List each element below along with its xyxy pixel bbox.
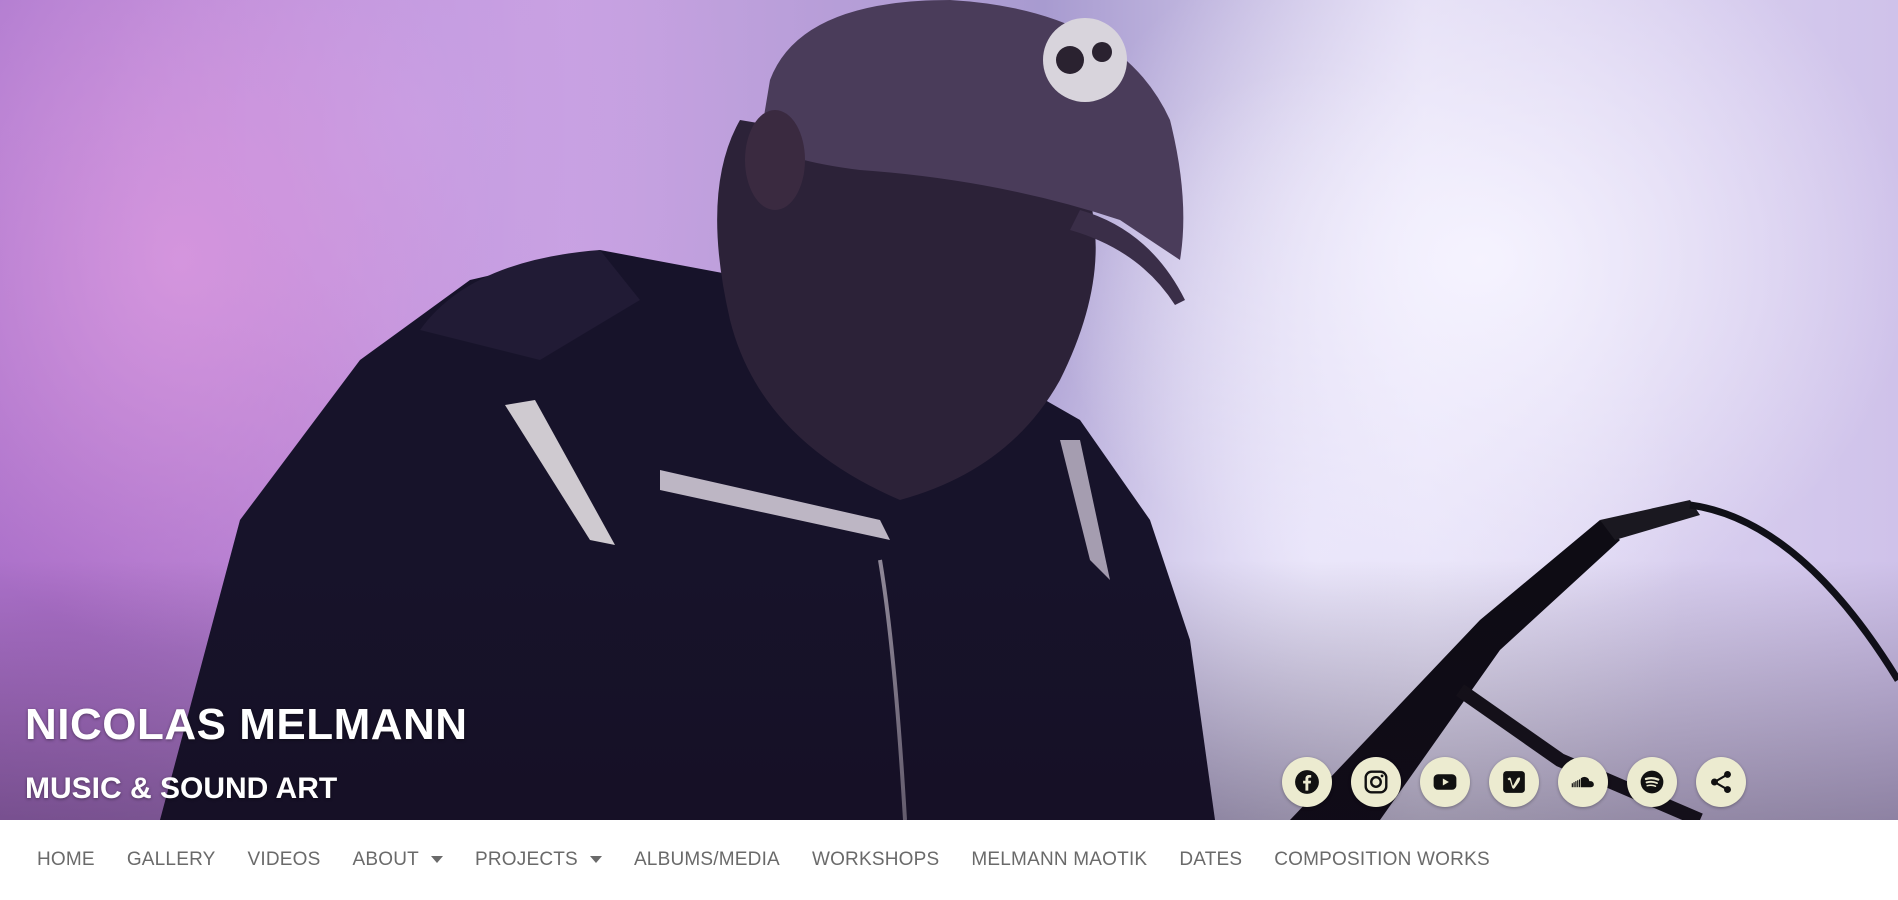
nav-item-gallery[interactable]: GALLERY — [111, 841, 232, 879]
nav-item-albums-media[interactable]: ALBUMS/MEDIA — [618, 841, 796, 879]
vimeo-icon — [1503, 771, 1525, 793]
nav-item-label: COMPOSITION WORKS — [1274, 849, 1490, 870]
nav-item-label: HOME — [37, 849, 95, 870]
nav-item-about[interactable]: ABOUT — [337, 841, 459, 879]
share-button[interactable] — [1696, 757, 1746, 807]
chevron-down-icon[interactable] — [589, 856, 602, 864]
nav-item-label: DATES — [1179, 849, 1243, 870]
youtube-icon — [1433, 774, 1457, 790]
nav-item-label: GALLERY — [126, 849, 216, 870]
nav-item-melmann-maotik[interactable]: MELMANN MAOTIK — [955, 841, 1163, 879]
site-title[interactable]: NICOLAS MELMANN — [25, 700, 468, 750]
nav-item-workshops[interactable]: WORKSHOPS — [796, 841, 955, 879]
soundcloud-icon — [1571, 776, 1594, 788]
nav-item-label: WORKSHOPS — [811, 849, 940, 870]
chevron-down-icon[interactable] — [430, 856, 443, 864]
social-links — [1282, 757, 1746, 807]
nav-item-dates[interactable]: DATES — [1163, 841, 1258, 879]
main-navigation: HOME GALLERY VIDEOS ABOUT PROJECTS ALBUM… — [0, 820, 1898, 900]
spotify-button[interactable] — [1627, 757, 1677, 807]
facebook-icon — [1295, 770, 1319, 794]
nav-item-videos[interactable]: VIDEOS — [232, 841, 337, 879]
instagram-button[interactable] — [1351, 757, 1401, 807]
nav-item-label: PROJECTS — [474, 849, 578, 870]
share-icon — [1711, 770, 1731, 794]
soundcloud-button[interactable] — [1558, 757, 1608, 807]
nav-item-label: ALBUMS/MEDIA — [633, 849, 780, 870]
spotify-icon — [1640, 770, 1664, 794]
hero-banner: NICOLAS MELMANN MUSIC & SOUND ART — [0, 0, 1898, 820]
site-tagline: MUSIC & SOUND ART — [25, 772, 338, 805]
nav-item-home[interactable]: HOME — [21, 841, 111, 879]
vimeo-button[interactable] — [1489, 757, 1539, 807]
nav-item-composition-works[interactable]: COMPOSITION WORKS — [1258, 841, 1506, 879]
nav-item-projects[interactable]: PROJECTS — [459, 841, 618, 879]
nav-item-label: ABOUT — [352, 849, 419, 870]
instagram-icon — [1364, 770, 1388, 794]
facebook-button[interactable] — [1282, 757, 1332, 807]
nav-item-label: MELMANN MAOTIK — [971, 849, 1148, 870]
youtube-button[interactable] — [1420, 757, 1470, 807]
nav-item-label: VIDEOS — [247, 849, 321, 870]
